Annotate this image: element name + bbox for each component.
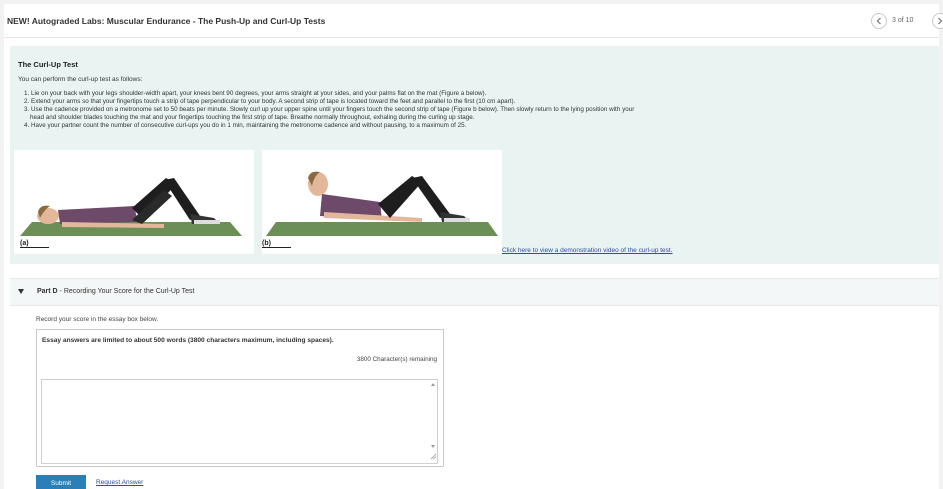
chevron-left-icon: [876, 17, 881, 25]
step-item: 2. Extend your arms so that your fingert…: [24, 98, 516, 105]
scroll-up-arrow[interactable]: [431, 383, 435, 386]
figure-b-image: [262, 150, 502, 254]
request-answer-link[interactable]: Request Answer: [96, 479, 143, 486]
next-button[interactable]: [932, 13, 943, 29]
section-heading: The Curl-Up Test: [18, 60, 78, 69]
previous-button[interactable]: [871, 13, 887, 29]
essay-instruction: Record your score in the essay box below…: [36, 316, 159, 323]
scroll-down-arrow[interactable]: [431, 445, 435, 448]
content-frame: NEW! Autograded Labs: Muscular Endurance…: [4, 4, 943, 489]
figure-a-label: (a): [20, 240, 49, 248]
essay-limit-note: Essay answers are limited to about 500 w…: [42, 337, 334, 344]
step-item: 4. Have your partner count the number of…: [24, 122, 467, 129]
step-item: head and shoulder blades touching the ma…: [30, 114, 475, 121]
characters-remaining: 3800 Character(s) remaining: [356, 356, 437, 363]
steps-list: 1. Lie on your back with your legs shoul…: [24, 90, 914, 130]
demo-video-link[interactable]: Click here to view a demonstration video…: [502, 247, 673, 254]
resize-grip-icon[interactable]: [430, 453, 437, 460]
essay-box: Essay answers are limited to about 500 w…: [36, 329, 444, 467]
caret-down-icon[interactable]: [18, 289, 24, 294]
step-item: 1. Lie on your back with your legs shoul…: [24, 90, 487, 97]
page-counter: 3 of 10: [892, 17, 914, 24]
essay-textarea[interactable]: [41, 379, 438, 464]
intro-text: You can perform the curl-up test as foll…: [18, 76, 143, 83]
step-item: 3. Use the cadence provided on a metrono…: [24, 106, 635, 113]
part-name: Part D: [37, 288, 58, 295]
chevron-right-icon: [938, 17, 943, 25]
part-subtitle: - Recording Your Score for the Curl-Up T…: [59, 288, 195, 295]
assignment-header: NEW! Autograded Labs: Muscular Endurance…: [4, 4, 943, 38]
figure-b-label: (b): [262, 240, 291, 248]
figure-a-image: [14, 150, 254, 254]
part-title: Part D - Recording Your Score for the Cu…: [37, 288, 194, 295]
instructions-panel: The Curl-Up Test You can perform the cur…: [10, 46, 939, 264]
part-d-header[interactable]: Part D - Recording Your Score for the Cu…: [10, 278, 939, 306]
assignment-title: NEW! Autograded Labs: Muscular Endurance…: [7, 16, 326, 26]
submit-button[interactable]: Submit: [36, 475, 86, 489]
